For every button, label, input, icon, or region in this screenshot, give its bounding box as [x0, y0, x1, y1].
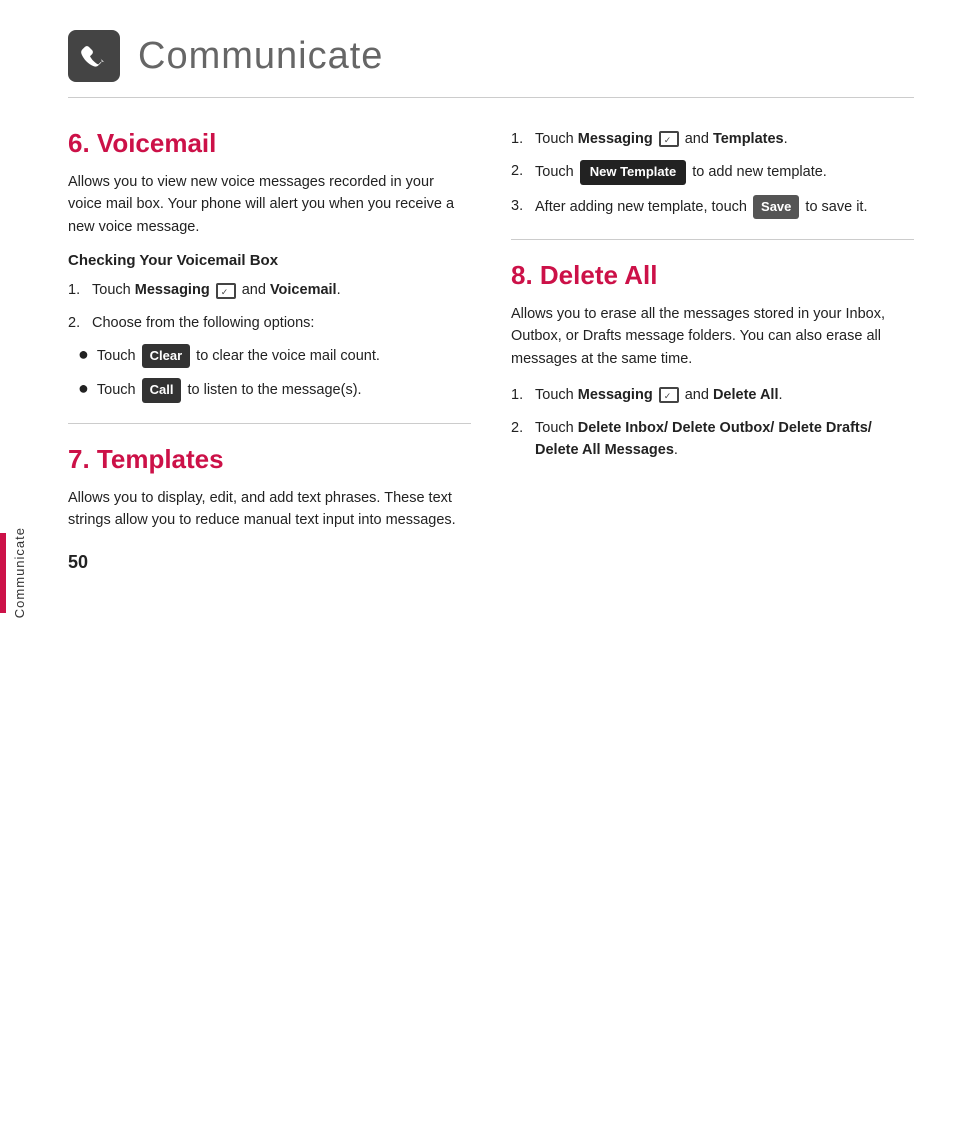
- section6-body: Allows you to view new voice messages re…: [68, 171, 471, 238]
- messaging-bold: Messaging: [135, 282, 210, 298]
- bullet-dot: ●: [78, 345, 89, 363]
- bullet-dot: ●: [78, 379, 89, 397]
- divider-right: [511, 239, 914, 240]
- right-step3-content: After adding new template, touch Save to…: [535, 195, 914, 219]
- step1-content: Touch Messaging and Voicemail.: [92, 279, 471, 301]
- communicate-icon: [68, 30, 120, 82]
- page-title: Communicate: [138, 35, 383, 78]
- bullet-clear-text: Touch Clear to clear the voice mail coun…: [97, 344, 380, 368]
- step2-content: Choose from the following options:: [92, 312, 471, 334]
- divider: [68, 423, 471, 424]
- page-number: 50: [68, 552, 471, 573]
- phone-icon: [78, 40, 110, 72]
- subsection-checking: Checking Your Voicemail Box: [68, 252, 471, 269]
- right-step2: 2. Touch New Template to add new templat…: [511, 160, 914, 184]
- step-num: 2.: [68, 312, 88, 334]
- main-content: Communicate 6. Voicemail Allows you to v…: [38, 0, 954, 1145]
- templates-bold: Templates: [713, 131, 784, 147]
- bullet-call: ● Touch Call to listen to the message(s)…: [78, 378, 471, 402]
- delete-step2: 2. Touch Delete Inbox/ Delete Outbox/ De…: [511, 417, 914, 462]
- delete-all-bold: Delete All: [713, 387, 779, 403]
- section7-title: 7. Templates: [68, 444, 471, 475]
- sidebar-accent: [0, 533, 6, 613]
- step-num: 1.: [511, 384, 531, 406]
- messaging-icon: [659, 387, 679, 403]
- bullet-list: ● Touch Clear to clear the voice mail co…: [78, 344, 471, 402]
- delete-options-bold: Delete Inbox/ Delete Outbox/ Delete Draf…: [535, 420, 872, 458]
- right-step2-content: Touch New Template to add new template.: [535, 160, 914, 184]
- bullet-call-text: Touch Call to listen to the message(s).: [97, 378, 362, 402]
- delete-step1-content: Touch Messaging and Delete All.: [535, 384, 914, 406]
- sidebar-label: Communicate: [12, 527, 27, 618]
- bullet-clear: ● Touch Clear to clear the voice mail co…: [78, 344, 471, 368]
- section6-step2: 2. Choose from the following options:: [68, 312, 471, 334]
- step-num: 3.: [511, 195, 531, 217]
- messaging-icon: [216, 283, 236, 299]
- right-step1: 1. Touch Messaging and Templates.: [511, 128, 914, 150]
- columns: 6. Voicemail Allows you to view new voic…: [68, 128, 914, 1115]
- step-num: 2.: [511, 160, 531, 182]
- step-num: 1.: [68, 279, 88, 301]
- section8-title: 8. Delete All: [511, 260, 914, 291]
- delete-step1: 1. Touch Messaging and Delete All.: [511, 384, 914, 406]
- col-right: 1. Touch Messaging and Templates. 2. Tou…: [511, 128, 914, 1115]
- section8-body: Allows you to erase all the messages sto…: [511, 303, 914, 370]
- delete-step2-content: Touch Delete Inbox/ Delete Outbox/ Delet…: [535, 417, 914, 462]
- call-badge: Call: [142, 378, 182, 402]
- sidebar: Communicate: [0, 0, 38, 1145]
- voicemail-bold: Voicemail: [270, 282, 337, 298]
- page-header: Communicate: [68, 30, 914, 98]
- section6-step1: 1. Touch Messaging and Voicemail.: [68, 279, 471, 301]
- page: Communicate Communicate 6. Voicemail All…: [0, 0, 954, 1145]
- step-num: 1.: [511, 128, 531, 150]
- section7-body: Allows you to display, edit, and add tex…: [68, 487, 471, 532]
- right-step1-content: Touch Messaging and Templates.: [535, 128, 914, 150]
- right-step3: 3. After adding new template, touch Save…: [511, 195, 914, 219]
- messaging-icon: [659, 131, 679, 147]
- section6-title: 6. Voicemail: [68, 128, 471, 159]
- new-template-badge: New Template: [580, 160, 686, 184]
- messaging-bold: Messaging: [578, 131, 653, 147]
- clear-badge: Clear: [142, 344, 191, 368]
- messaging-bold: Messaging: [578, 387, 653, 403]
- step-num: 2.: [511, 417, 531, 439]
- col-left: 6. Voicemail Allows you to view new voic…: [68, 128, 471, 1115]
- save-badge: Save: [753, 195, 799, 219]
